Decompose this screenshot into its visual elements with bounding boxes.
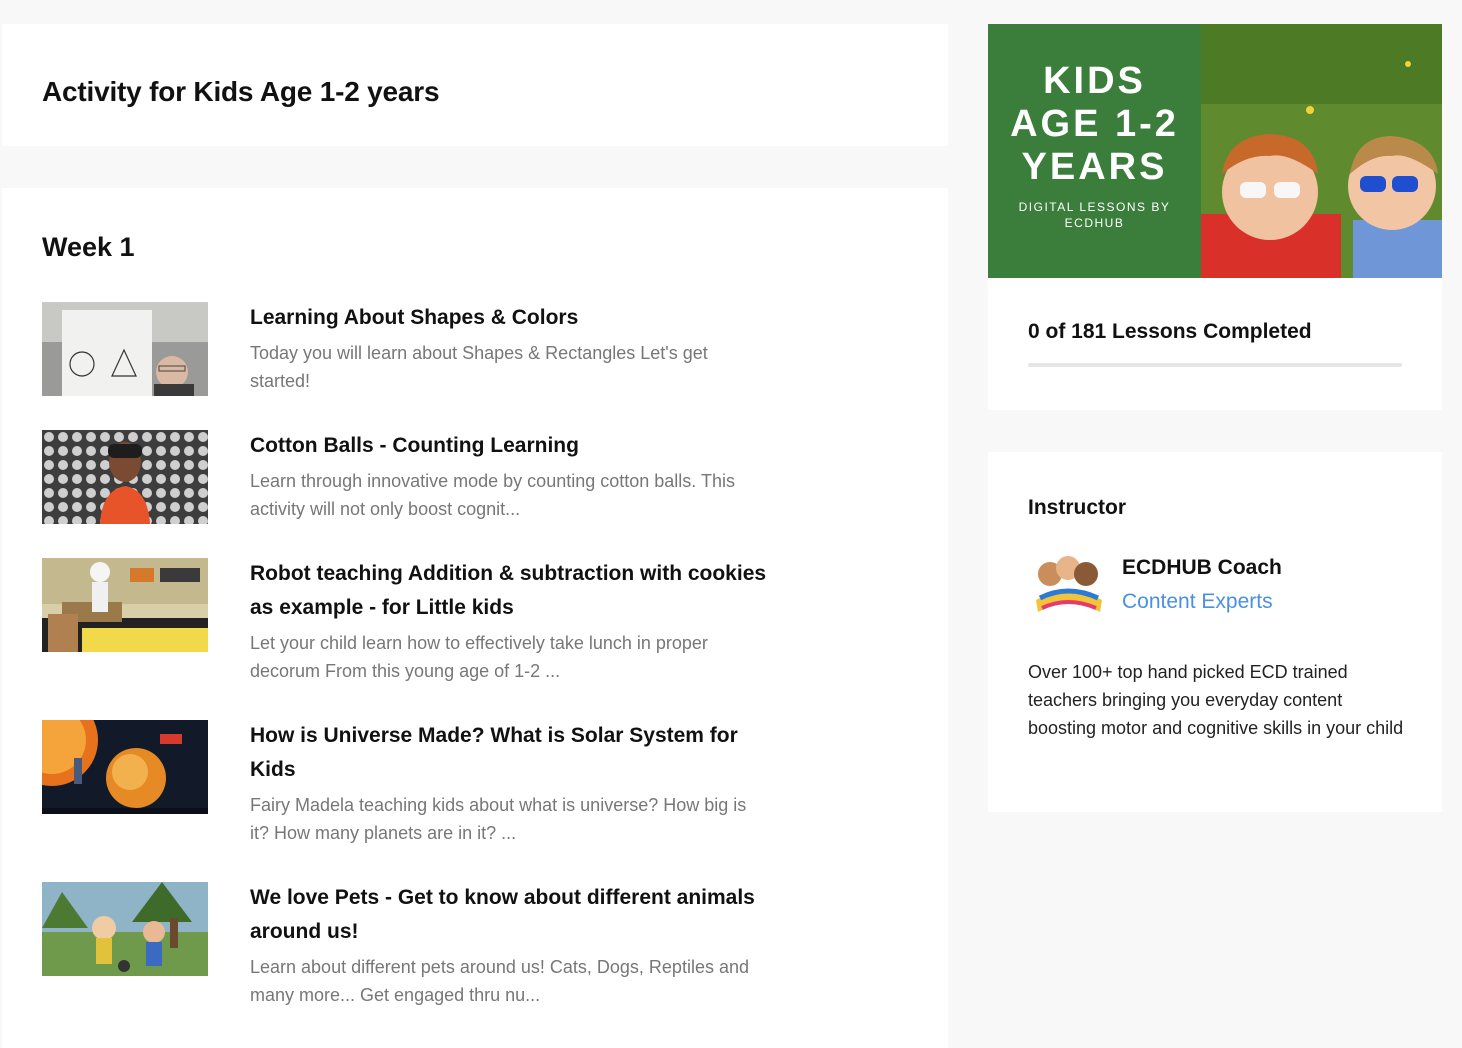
progress-bar <box>1028 363 1402 367</box>
instructor-name[interactable]: ECDHUB Coach <box>1122 556 1282 580</box>
instructor-avatar <box>1028 548 1108 622</box>
solar-system-thumbnail-image <box>42 720 208 814</box>
lesson-description: Today you will learn about Shapes & Rect… <box>250 343 708 391</box>
course-title: Activity for Kids Age 1-2 years <box>42 76 440 107</box>
lesson-description: Fairy Madela teaching kids about what is… <box>250 795 747 843</box>
lesson-title[interactable]: We love Pets - Get to know about differe… <box>250 881 770 949</box>
lesson-title[interactable]: Robot teaching Addition & subtraction wi… <box>250 557 770 625</box>
lesson-thumbnail[interactable] <box>42 720 208 814</box>
course-cover-image: KIDS AGE 1-2 YEARS DIGITAL LESSONS BY EC… <box>988 24 1442 278</box>
instructor-card: Instructor ECDHUB Coach Content Experts … <box>988 452 1442 812</box>
ecdhub-logo-icon <box>1028 548 1108 622</box>
course-header-card: Activity for Kids Age 1-2 years <box>2 24 948 146</box>
lesson-description: Let your child learn how to effectively … <box>250 633 708 681</box>
section-title: Week 1 <box>42 232 135 262</box>
lesson-list-card: Week 1 Learning About Shapes & Colors To… <box>2 188 948 1048</box>
lesson-description: Learn about different pets around us! Ca… <box>250 957 749 1005</box>
cover-title-panel: KIDS AGE 1-2 YEARS DIGITAL LESSONS BY EC… <box>988 24 1201 278</box>
robot-thumbnail-image <box>42 558 208 652</box>
lesson-title[interactable]: Cotton Balls - Counting Learning <box>250 429 770 463</box>
progress-label: 0 of 181 Lessons Completed <box>1028 320 1312 343</box>
cover-subtitle-line-1: DIGITAL LESSONS BY <box>1018 200 1171 214</box>
instructor-role[interactable]: Content Experts <box>1122 590 1273 614</box>
cover-title-line-2: AGE 1-2 <box>1010 103 1179 145</box>
instructor-heading: Instructor <box>1028 496 1127 519</box>
cover-subtitle-line-2: ECDHUB <box>1064 216 1125 230</box>
lesson-title[interactable]: How is Universe Made? What is Solar Syst… <box>250 719 770 787</box>
cotton-balls-thumbnail-image <box>42 430 208 524</box>
course-progress-card: KIDS AGE 1-2 YEARS DIGITAL LESSONS BY EC… <box>988 24 1442 410</box>
cover-title-line-1: KIDS <box>1043 60 1146 102</box>
lesson-thumbnail[interactable] <box>42 558 208 652</box>
cover-title-line-3: YEARS <box>1021 146 1168 188</box>
lesson-description: Learn through innovative mode by countin… <box>250 471 735 519</box>
shapes-thumbnail-image <box>42 302 208 396</box>
pets-thumbnail-image <box>42 882 208 976</box>
lesson-thumbnail[interactable] <box>42 302 208 396</box>
lesson-thumbnail[interactable] <box>42 882 208 976</box>
lesson-thumbnail[interactable] <box>42 430 208 524</box>
lesson-title[interactable]: Learning About Shapes & Colors <box>250 301 770 335</box>
instructor-bio: Over 100+ top hand picked ECD trained te… <box>1028 662 1404 738</box>
